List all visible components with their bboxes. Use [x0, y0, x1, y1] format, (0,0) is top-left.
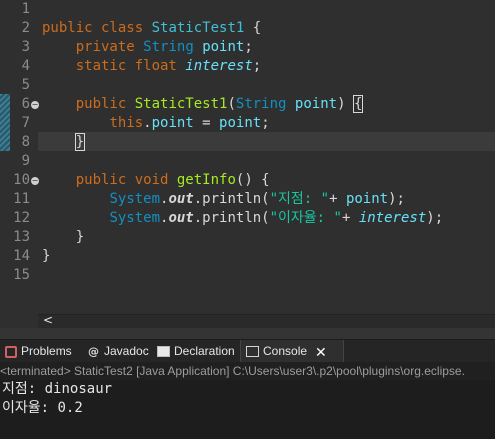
line-number: 12 — [13, 210, 30, 226]
code-line-println-interest[interactable]: System.out.println("이자율: "+ interest); — [42, 209, 443, 228]
string-literal: "지점: " — [269, 191, 330, 207]
constructor-name: StaticTest1 — [134, 96, 228, 112]
method-name: getInfo — [176, 172, 236, 188]
field-name: point — [151, 115, 194, 131]
matching-brace: { — [352, 95, 364, 113]
code-operator: + — [341, 210, 359, 226]
line-number: 14 — [13, 248, 30, 264]
tab-javadoc[interactable]: @ Javadoc — [82, 340, 158, 363]
line-number: 3 — [21, 39, 30, 55]
close-icon[interactable]: ✕ — [315, 345, 327, 359]
declaration-icon — [157, 346, 170, 357]
static-field-name: interest — [185, 58, 253, 74]
tab-label: Problems — [21, 344, 72, 358]
tab-console[interactable]: Console ✕ — [240, 340, 344, 363]
modifier-keyword: private — [75, 39, 135, 55]
tab-label: Declaration — [174, 344, 235, 358]
code-line-closing-brace[interactable]: } — [42, 133, 86, 152]
method-call: .println( — [193, 191, 270, 207]
closing-brace: } — [75, 229, 85, 245]
code-line-class-close[interactable]: } — [42, 247, 50, 266]
code-punctuation: () { — [235, 172, 270, 188]
horizontal-scrollbar[interactable] — [38, 314, 495, 329]
code-punctuation: ; — [261, 115, 270, 131]
code-line-field-point[interactable]: private String point; — [42, 38, 253, 57]
line-number: 2 — [21, 20, 30, 36]
code-line-assignment[interactable]: this.point = point; — [42, 114, 270, 133]
class-name: StaticTest1 — [151, 20, 245, 36]
closing-brace: } — [42, 248, 51, 264]
code-punctuation: . — [143, 115, 152, 131]
class-reference: System — [109, 191, 161, 207]
line-number: 6 — [21, 96, 30, 112]
class-reference: System — [109, 210, 161, 226]
code-punctuation: ); — [426, 210, 444, 226]
bottom-panel-tabs: Problems @ Javadoc Declaration Console ✕ — [0, 339, 495, 364]
code-operator: + — [329, 191, 346, 207]
line-number: 13 — [13, 229, 30, 245]
type-name: String — [235, 96, 287, 112]
static-field-name: interest — [358, 210, 427, 226]
scroll-left-icon[interactable]: < — [43, 313, 53, 327]
static-field-reference: out — [168, 210, 194, 226]
matching-brace: } — [74, 133, 86, 151]
line-number: 5 — [21, 77, 30, 93]
problems-icon — [5, 345, 17, 358]
line-number: 1 — [21, 1, 30, 17]
current-line-highlight — [38, 132, 495, 151]
modifier-keyword: public void — [75, 172, 169, 188]
panel-separator — [0, 328, 495, 339]
fold-collapse-icon[interactable]: − — [31, 177, 39, 185]
parameter-name: point — [294, 96, 338, 112]
code-punctuation: ) — [337, 96, 346, 112]
code-punctuation: { — [244, 20, 262, 36]
console-icon — [246, 346, 259, 357]
line-number: 9 — [21, 153, 30, 169]
code-punctuation: ( — [227, 96, 236, 112]
code-editor[interactable]: 1 2 3 4 5 6 − 7 8 9 10 − 11 12 13 14 15 … — [0, 0, 495, 312]
code-line-method-close[interactable]: } — [42, 228, 84, 247]
this-keyword: this — [109, 115, 144, 131]
line-number: 8 — [21, 134, 30, 150]
code-punctuation: ; — [244, 39, 253, 55]
static-keyword: static float — [75, 58, 177, 74]
line-number: 4 — [21, 58, 30, 74]
line-number: 15 — [13, 267, 30, 283]
console-output-line: 지점: dinosaur — [2, 381, 113, 397]
change-marker — [0, 94, 10, 151]
field-name: point — [345, 191, 389, 207]
line-number: 11 — [13, 191, 30, 207]
fold-collapse-icon[interactable]: − — [31, 101, 39, 109]
line-number: 7 — [21, 115, 30, 131]
code-line-class-declaration[interactable]: public class StaticTest1 { — [42, 19, 261, 38]
console-output[interactable]: 지점: dinosaur 이자율: 0.2 — [0, 380, 495, 439]
code-line-field-interest[interactable]: static float interest; — [42, 57, 261, 76]
line-number: 10 — [13, 172, 30, 188]
method-call: .println( — [193, 210, 270, 226]
string-literal: "이자율: " — [269, 210, 342, 226]
tab-label: Javadoc — [104, 344, 149, 358]
class-keyword: public class — [42, 20, 144, 36]
tab-problems[interactable]: Problems — [0, 340, 83, 363]
static-field-reference: out — [168, 191, 194, 207]
code-line-constructor[interactable]: public StaticTest1(String point) { — [42, 95, 364, 114]
console-output-line: 이자율: 0.2 — [2, 400, 83, 416]
field-name: point — [202, 39, 245, 55]
code-punctuation: ); — [388, 191, 405, 207]
parameter-name: point — [219, 115, 262, 131]
code-operator: = — [193, 115, 220, 131]
javadoc-icon: @ — [88, 345, 99, 358]
tab-declaration[interactable]: Declaration — [152, 340, 246, 363]
tab-label: Console — [263, 344, 308, 358]
line-number-gutter: 1 2 3 4 5 6 − 7 8 9 10 − 11 12 13 14 15 — [0, 0, 39, 312]
code-line-method-declaration[interactable]: public void getInfo() { — [42, 171, 270, 190]
code-line-println-point[interactable]: System.out.println("지점: "+ point); — [42, 190, 405, 209]
console-status-text: <terminated> StaticTest2 [Java Applicati… — [0, 362, 495, 380]
type-name: String — [143, 39, 194, 55]
modifier-keyword: public — [75, 96, 127, 112]
code-punctuation: ; — [252, 58, 262, 74]
